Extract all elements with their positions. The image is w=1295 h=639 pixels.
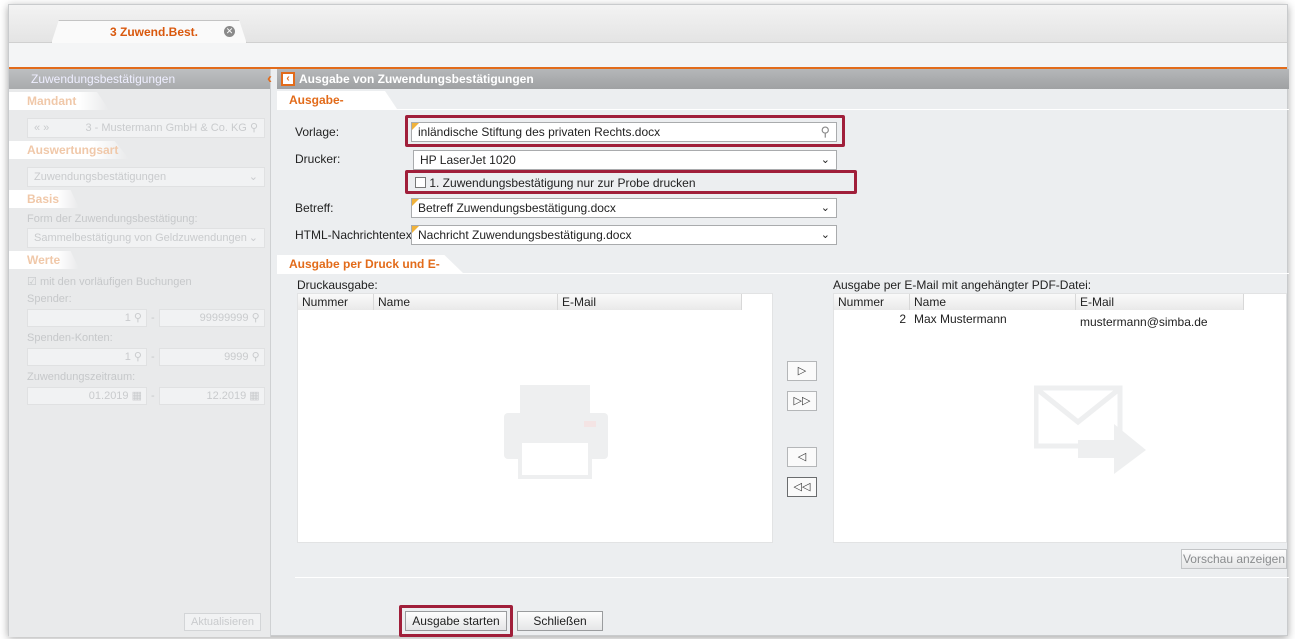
- vorlaeufig-checkbox[interactable]: ☑ mit den vorläufigen Buchungen: [27, 275, 270, 288]
- output-panel-header: ‹ Ausgabe von Zuwendungsbestätigungen: [277, 69, 1289, 89]
- zeitraum-to-field[interactable]: 12.2019 ▦: [158, 387, 265, 405]
- tab-bar: 3 Zuwend.Best. ✕: [9, 5, 1287, 44]
- tab-zuwend-best[interactable]: 3 Zuwend.Best. ✕: [51, 20, 247, 44]
- row-nummer: 2: [899, 312, 906, 326]
- column-header-email[interactable]: E-Mail: [1076, 294, 1244, 310]
- html-label: HTML-Nachrichtentext:: [295, 228, 419, 242]
- betreff-select[interactable]: Betreff Zuwendungsbestätigung.docx ⌄: [411, 198, 837, 218]
- form-select[interactable]: Sammelbestätigung von Geldzuwendungen ⌄: [27, 228, 265, 248]
- printer-icon: [504, 385, 608, 479]
- required-marker-icon: [412, 226, 419, 233]
- move-all-left-button[interactable]: ◁◁: [787, 477, 817, 497]
- html-select[interactable]: Nachricht Zuwendungsbestätigung.docx ⌄: [411, 225, 837, 245]
- filter-panel-title: Zuwendungsbestätigungen: [31, 72, 176, 86]
- drucker-select[interactable]: HP LaserJet 1020 ⌄: [413, 150, 837, 170]
- close-button[interactable]: Schließen: [517, 611, 603, 631]
- konten-from-field[interactable]: 1 ⚲: [27, 348, 147, 366]
- mandant-value: 3 - Mustermann GmbH & Co. KG: [85, 122, 247, 134]
- section-mandant: Mandant: [9, 92, 109, 110]
- column-header-nummer[interactable]: Nummer: [298, 294, 374, 310]
- move-left-button[interactable]: ◁: [787, 447, 817, 467]
- vorlage-label: Vorlage:: [295, 125, 340, 139]
- toolbar: [9, 43, 1287, 69]
- vorlaeufig-label: mit den vorläufigen Buchungen: [39, 276, 192, 288]
- mandant-field[interactable]: « » 3 - Mustermann GmbH & Co. KG ⚲: [27, 118, 265, 138]
- column-header-email[interactable]: E-Mail: [558, 294, 742, 310]
- params-heading: Ausgabe-Parameter: [277, 91, 397, 109]
- preview-button[interactable]: Vorschau anzeigen: [1181, 549, 1287, 569]
- spender-from-field[interactable]: 1 ⚲: [27, 309, 147, 327]
- envelope-icon: [1034, 385, 1146, 474]
- nav-arrows-icon[interactable]: « »: [34, 119, 49, 137]
- email-label: Ausgabe per E-Mail mit angehängter PDF-D…: [833, 278, 1092, 292]
- required-marker-icon: [412, 199, 419, 206]
- html-value: Nachricht Zuwendungsbestätigung.docx: [418, 228, 632, 242]
- collapse-chevron-icon[interactable]: ‹: [267, 69, 272, 89]
- highlight-probe: [405, 170, 857, 194]
- email-list[interactable]: Nummer Name E-Mail 2 Max Mustermann must…: [833, 293, 1287, 543]
- checkbox-checked-icon[interactable]: ☑: [27, 276, 37, 288]
- section-basis: Basis: [9, 190, 79, 208]
- column-header-name[interactable]: Name: [374, 294, 558, 310]
- output-panel: ‹ Ausgabe von Zuwendungsbestätigungen Au…: [277, 69, 1289, 637]
- konten-label: Spenden-Konten:: [27, 332, 113, 344]
- back-arrow-icon[interactable]: ‹: [281, 72, 295, 86]
- row-email: mustermann@simba.de: [1080, 315, 1208, 329]
- highlight-vorlage: [405, 115, 845, 147]
- drucker-label: Drucker:: [295, 152, 341, 166]
- column-header-nummer[interactable]: Nummer: [834, 294, 910, 310]
- betreff-label: Betreff:: [295, 201, 334, 215]
- move-right-button[interactable]: ▷: [787, 361, 817, 381]
- chevron-down-icon: ⌄: [820, 229, 830, 241]
- auswertungsart-value: Zuwendungsbestätigungen: [34, 171, 167, 183]
- section-auswertungsart: Auswertungsart: [9, 141, 129, 159]
- form-label: Form der Zuwendungsbestätigung:: [27, 213, 198, 225]
- form-value: Sammelbestätigung von Geldzuwendungen: [34, 232, 247, 244]
- highlight-start: [399, 605, 513, 637]
- chevron-down-icon: ⌄: [820, 202, 830, 214]
- row-name: Max Mustermann: [914, 312, 1007, 326]
- drucker-value: HP LaserJet 1020: [420, 153, 516, 167]
- output-heading: Ausgabe per Druck und E-Mail: [277, 255, 463, 273]
- spender-label: Spender:: [27, 293, 72, 305]
- chevron-down-icon: ⌄: [820, 154, 830, 166]
- range-dash: -: [151, 351, 155, 363]
- close-icon[interactable]: ✕: [224, 26, 235, 37]
- konten-to-field[interactable]: 9999 ⚲: [158, 348, 265, 366]
- table-row[interactable]: 2 Max Mustermann mustermann@simba.de: [834, 312, 1244, 330]
- app-window: 3 Zuwend.Best. ✕ Zuwendungsbestätigungen…: [8, 4, 1289, 637]
- range-dash: -: [151, 390, 155, 402]
- spender-range: 1 ⚲ - 99999999 ⚲: [27, 309, 270, 327]
- chevron-down-icon: ⌄: [248, 171, 258, 183]
- konten-range: 1 ⚲ - 9999 ⚲: [27, 348, 270, 366]
- search-icon[interactable]: ⚲: [250, 122, 258, 134]
- zeitraum-range: 01.2019 ▦ - 12.2019 ▦: [27, 387, 270, 405]
- print-label: Druckausgabe:: [297, 278, 378, 292]
- spender-to-field[interactable]: 99999999 ⚲: [158, 309, 265, 327]
- range-dash: -: [151, 312, 155, 324]
- refresh-button[interactable]: Aktualisieren: [184, 613, 261, 631]
- zeitraum-from-field[interactable]: 01.2019 ▦: [27, 387, 147, 405]
- filter-panel-header: Zuwendungsbestätigungen ‹: [9, 69, 272, 89]
- filter-panel: Zuwendungsbestätigungen ‹ Mandant « » 3 …: [9, 69, 272, 637]
- move-all-right-button[interactable]: ▷▷: [787, 391, 817, 411]
- output-panel-title: Ausgabe von Zuwendungsbestätigungen: [299, 72, 534, 86]
- auswertungsart-select[interactable]: Zuwendungsbestätigungen ⌄: [27, 167, 265, 187]
- section-werte: Werte: [9, 251, 79, 269]
- print-list[interactable]: Nummer Name E-Mail: [297, 293, 773, 543]
- tab-label: 3 Zuwend.Best.: [110, 25, 199, 39]
- zeitraum-label: Zuwendungszeitraum:: [27, 371, 136, 383]
- chevron-down-icon: ⌄: [248, 232, 258, 244]
- column-header-name[interactable]: Name: [910, 294, 1076, 310]
- betreff-value: Betreff Zuwendungsbestätigung.docx: [418, 201, 616, 215]
